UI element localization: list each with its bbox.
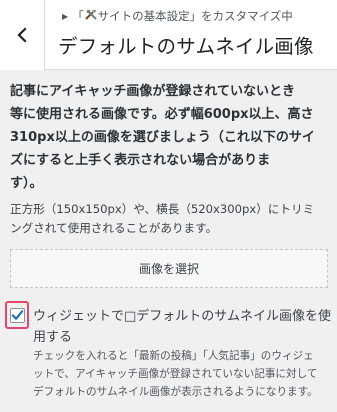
back-button[interactable]	[0, 0, 45, 70]
desc-line: チェックを入れると「最新の投稿」「人気記事」のウィジェ	[33, 350, 314, 362]
select-image-button[interactable]: 画像を選択	[10, 249, 328, 288]
widget-thumbnail-description: チェックを入れると「最新の投稿」「人気記事」のウィジェ ットで、アイキャッチ画像…	[33, 347, 337, 401]
customizer-header: ▶ 「サイトの基本設定」をカスタマイズ中 デフォルトのサムネイル画像	[0, 0, 337, 70]
checkmark-icon	[11, 310, 23, 320]
note-line: 正方形（150x150px）や、横長（520x300px）にトリミ	[10, 202, 315, 216]
description-line: 310px以上の画像を選びましょう（これ以下のサイ	[10, 130, 315, 145]
triangle-right-icon: ▶	[62, 12, 69, 21]
label-line: 用する	[33, 330, 73, 345]
panel-title: デフォルトのサムネイル画像	[58, 35, 314, 58]
widget-thumbnail-checkbox[interactable]	[9, 307, 25, 323]
desc-line: デフォルトのサムネイル画像が表示されるようになります。	[33, 386, 318, 398]
note-line: ングされて使用されることがあります。	[10, 221, 218, 235]
checkbox-highlight	[5, 301, 29, 329]
widget-thumbnail-label[interactable]: ウィジェットで□デフォルトのサムネイル画像を使 用する	[33, 306, 333, 348]
description-line: 等に使用される画像です。必ず幅600px以上、高さ	[10, 107, 314, 122]
image-requirements-description: 記事にアイキャッチ画像が登録されていないとき 等に使用される画像です。必ず幅60…	[10, 80, 332, 195]
trimming-note: 正方形（150x150px）や、横長（520x300px）にトリミ ングされて使…	[10, 200, 332, 238]
description-line: ズにすると上手く表示されない場合がありま	[10, 153, 271, 168]
chevron-left-icon	[17, 27, 27, 43]
description-line: 記事にアイキャッチ画像が登録されていないとき	[10, 84, 295, 99]
tools-icon	[84, 9, 98, 21]
section-content: 記事にアイキャッチ画像が登録されていないとき 等に使用される画像です。必ず幅60…	[10, 80, 332, 238]
desc-line: ットで、アイキャッチ画像が登録されていない記事に対して	[33, 368, 318, 380]
breadcrumb-prefix: 「	[72, 9, 84, 23]
label-line: ウィジェットで□デフォルトのサムネイル画像を使	[33, 309, 332, 324]
breadcrumb: ▶ 「サイトの基本設定」をカスタマイズ中	[62, 8, 293, 24]
breadcrumb-suffix: 」をカスタマイズ中	[189, 9, 293, 23]
breadcrumb-section: サイトの基本設定	[97, 9, 190, 23]
description-line: す）。	[10, 176, 43, 191]
